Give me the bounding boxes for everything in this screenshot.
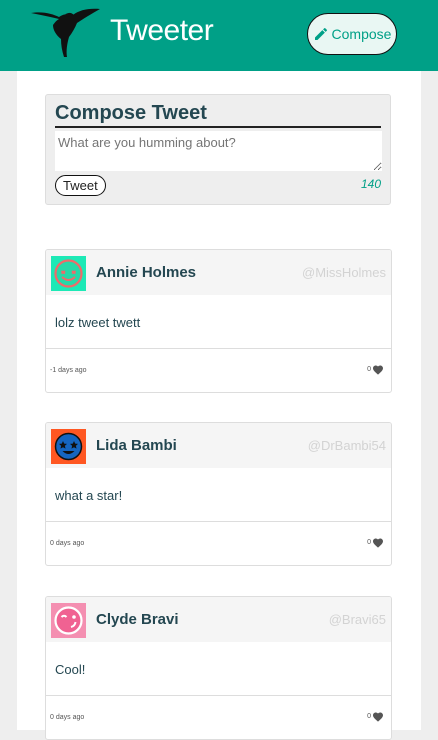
heart-icon bbox=[373, 365, 383, 375]
hummingbird-icon bbox=[31, 8, 100, 57]
tweet-author-name: Lida Bambi bbox=[96, 437, 177, 454]
tweet-header: Annie Holmes @MissHolmes bbox=[46, 250, 391, 295]
pencil-icon bbox=[314, 27, 327, 40]
compose-tweet-form: Compose Tweet Tweet 140 bbox=[45, 94, 391, 205]
main-content: Compose Tweet Tweet 140 Annie Holmes @Mi… bbox=[17, 71, 421, 740]
character-counter: 140 bbox=[360, 177, 381, 191]
tweet-card: Lida Bambi @DrBambi54 what a star! 0 day… bbox=[45, 422, 392, 566]
tweet-footer: -1 days ago 0 bbox=[46, 348, 391, 392]
tweet-header: Lida Bambi @DrBambi54 bbox=[46, 423, 391, 468]
tweet-footer: 0 days ago 0 bbox=[46, 695, 391, 739]
compose-button-label: Compose bbox=[331, 26, 392, 42]
tweet-text: what a star! bbox=[55, 488, 123, 503]
navbar: Tweeter Compose bbox=[0, 0, 438, 71]
tweet-author-name: Annie Holmes bbox=[96, 264, 197, 281]
compose-title: Compose Tweet bbox=[55, 102, 381, 128]
heart-icon bbox=[373, 712, 383, 722]
compose-button[interactable]: Compose bbox=[307, 13, 397, 55]
like-button[interactable]: 0 bbox=[367, 537, 384, 548]
like-count: 0 bbox=[367, 539, 371, 546]
tweet-footer: 0 days ago 0 bbox=[46, 521, 391, 565]
tweet-author-name: Clyde Bravi bbox=[96, 611, 179, 628]
tweet-card: Clyde Bravi @Bravi65 Cool! 0 days ago 0 bbox=[45, 596, 392, 740]
tweet-text-input[interactable] bbox=[55, 131, 382, 171]
tweet-submit-button[interactable]: Tweet bbox=[55, 175, 106, 196]
tweet-author-handle: @MissHolmes bbox=[302, 265, 386, 280]
brand-title[interactable]: Tweeter bbox=[110, 14, 214, 48]
like-button[interactable]: 0 bbox=[367, 364, 384, 375]
like-count: 0 bbox=[367, 366, 371, 373]
tweet-card: Annie Holmes @MissHolmes lolz tweet twet… bbox=[45, 249, 392, 393]
tweet-text: Cool! bbox=[55, 662, 86, 677]
tweet-text: lolz tweet twett bbox=[55, 315, 141, 330]
tweet-date: 0 days ago bbox=[50, 714, 85, 721]
star-eyes-avatar-icon bbox=[51, 429, 86, 464]
wink-avatar-icon bbox=[51, 603, 86, 638]
tweet-header: Clyde Bravi @Bravi65 bbox=[46, 597, 391, 642]
tweet-date: 0 days ago bbox=[50, 540, 85, 547]
like-button[interactable]: 0 bbox=[367, 711, 384, 722]
heart-icon bbox=[373, 538, 383, 548]
tweet-author-handle: @DrBambi54 bbox=[307, 438, 386, 453]
like-count: 0 bbox=[367, 713, 371, 720]
tweet-author-handle: @Bravi65 bbox=[328, 612, 386, 627]
tweet-date: -1 days ago bbox=[50, 367, 87, 374]
smiley-avatar-icon bbox=[51, 256, 86, 291]
